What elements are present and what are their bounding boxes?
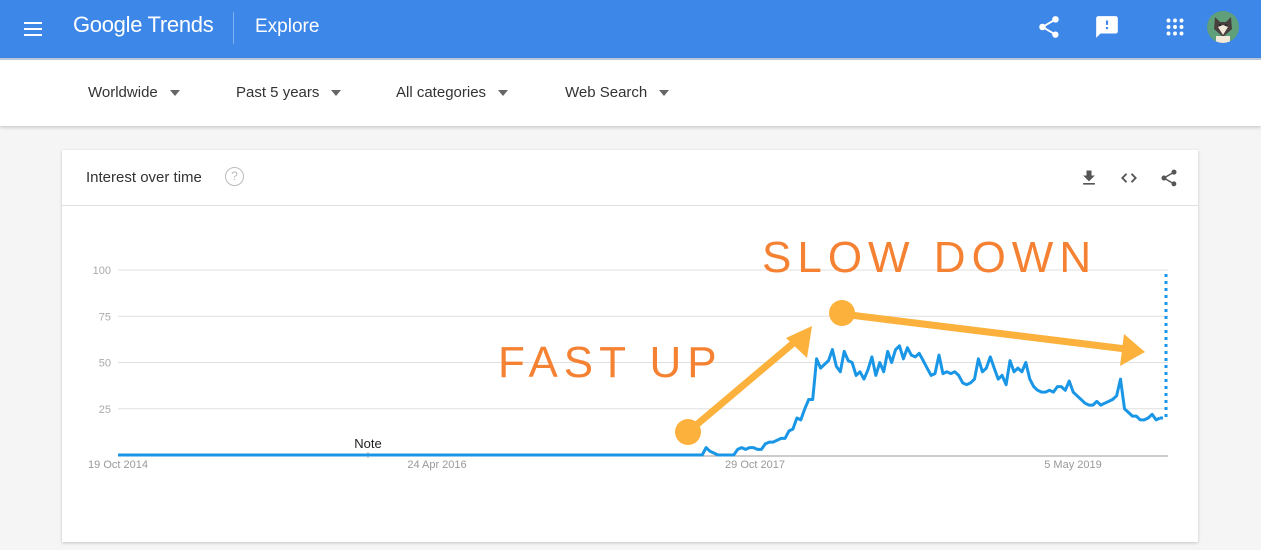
share-icon[interactable] xyxy=(1159,168,1179,188)
category-label: All categories xyxy=(396,84,487,101)
wolf-avatar-icon xyxy=(1214,17,1232,43)
filter-bar: Worldwide Past 5 years All categories We… xyxy=(0,58,1261,126)
time-range-label: Past 5 years xyxy=(236,84,320,101)
avatar[interactable] xyxy=(1207,11,1239,43)
card-header: Interest over time ? xyxy=(62,150,1198,206)
search-type-label: Web Search xyxy=(565,84,648,101)
chevron-down-icon xyxy=(169,89,180,96)
chevron-down-icon xyxy=(331,89,342,96)
header-divider xyxy=(233,12,234,44)
help-icon[interactable]: ? xyxy=(225,167,244,186)
menu-icon[interactable] xyxy=(24,19,44,39)
card-title: Interest over time xyxy=(86,169,202,186)
download-icon[interactable] xyxy=(1079,168,1099,188)
region-dropdown[interactable]: Worldwide xyxy=(88,84,180,101)
category-dropdown[interactable]: All categories xyxy=(396,84,509,101)
page-title: Explore xyxy=(255,16,320,37)
feedback-icon[interactable] xyxy=(1094,14,1122,42)
share-icon[interactable] xyxy=(1036,14,1064,42)
top-app-bar: Google Trends Explore xyxy=(0,0,1261,58)
region-label: Worldwide xyxy=(88,84,158,101)
interest-over-time-card: Interest over time ? xyxy=(62,150,1198,542)
search-type-dropdown[interactable]: Web Search xyxy=(565,84,670,101)
apps-icon[interactable] xyxy=(1162,14,1190,42)
google-trends-logo[interactable]: Google Trends xyxy=(73,12,214,38)
chevron-down-icon xyxy=(659,89,670,96)
chevron-down-icon xyxy=(498,89,509,96)
time-range-dropdown[interactable]: Past 5 years xyxy=(236,84,342,101)
embed-icon[interactable] xyxy=(1119,168,1139,188)
